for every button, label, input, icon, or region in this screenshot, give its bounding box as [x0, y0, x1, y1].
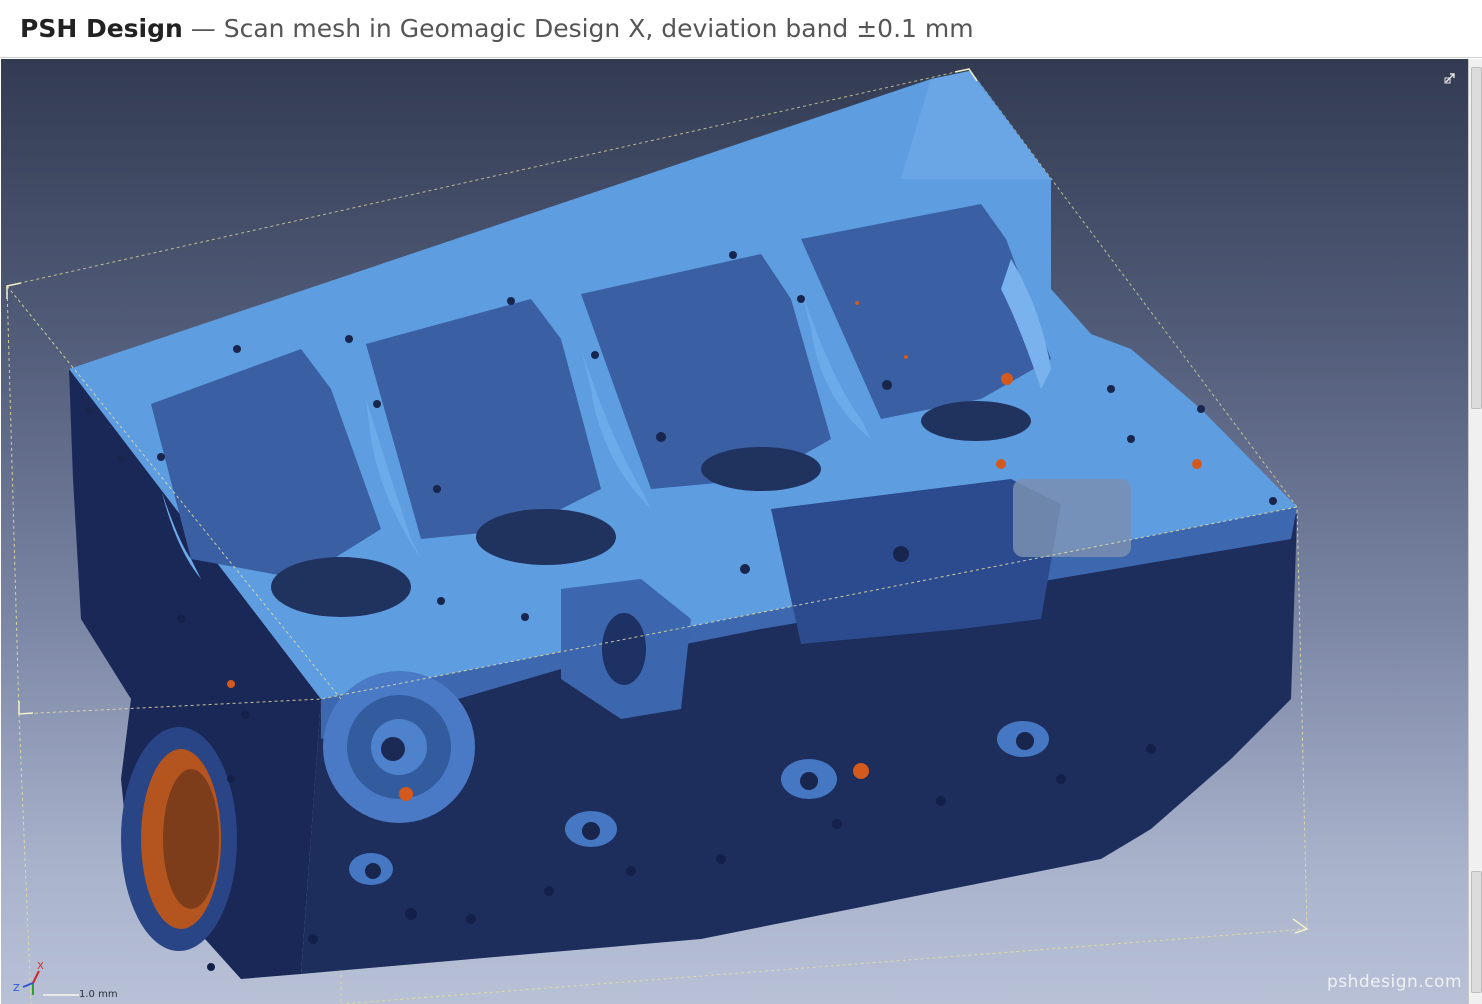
title-caption: — Scan mesh in Geomagic Design X, deviat… [182, 14, 974, 43]
scale-line [43, 994, 79, 996]
page-title: PSH Design — Scan mesh in Geomagic Desig… [20, 14, 974, 43]
axis-z-label: Z [13, 983, 20, 994]
3d-viewport[interactable]: X Z 1.0 mm pshdesign.com [1, 59, 1468, 1004]
axis-x-label: X [37, 961, 44, 972]
scrollbar-thumb-upper[interactable] [1471, 67, 1482, 409]
expand-arrow-icon [1444, 73, 1455, 84]
vertical-scrollbar[interactable] [1468, 59, 1482, 1004]
scale-label: 1.0 mm [79, 989, 118, 1000]
brand-name: PSH Design [20, 14, 183, 43]
title-bar: PSH Design — Scan mesh in Geomagic Desig… [0, 0, 1482, 58]
watermark: pshdesign.com [1326, 972, 1462, 992]
axis-triad-icon: X Z [13, 961, 44, 995]
scrollbar-thumb-lower[interactable] [1471, 871, 1482, 993]
expand-icon[interactable] [1441, 69, 1459, 87]
mesh-render [6, 68, 1309, 1004]
engine-block-mesh [69, 71, 1297, 979]
